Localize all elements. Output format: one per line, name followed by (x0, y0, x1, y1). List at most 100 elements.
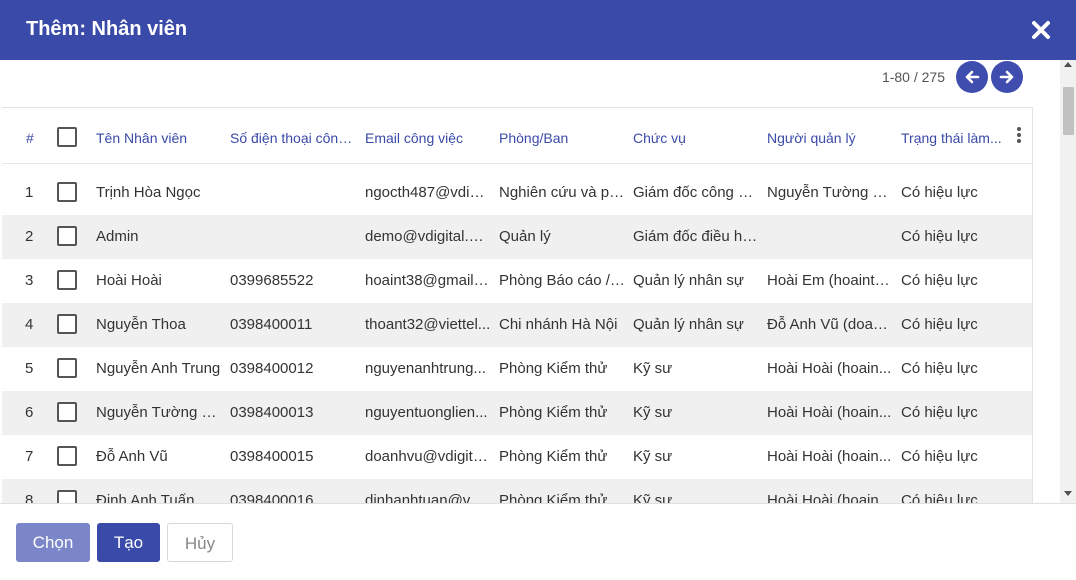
cell-phone: 0398400015 (230, 448, 314, 465)
row-checkbox[interactable] (57, 446, 77, 466)
row-checkbox[interactable] (57, 402, 77, 422)
row-checkbox[interactable] (57, 226, 77, 246)
cell-name: Đinh Anh Tuấn (96, 492, 195, 503)
column-header-name[interactable]: Tên Nhân viên (96, 130, 224, 146)
create-button[interactable]: Tạo (97, 523, 160, 562)
cell-name: Nguyễn Tường Li... (96, 404, 224, 421)
cell-email: demo@vdigital.com... (365, 228, 491, 245)
cell-status: Có hiệu lực (901, 404, 978, 421)
cell-name: Nguyễn Thoa (96, 316, 186, 333)
column-header-manager[interactable]: Người quản lý (767, 130, 893, 146)
cell-email: nguyentuonglien... (365, 404, 488, 421)
cell-phone: 0399685522 (230, 272, 314, 289)
table-row[interactable]: 5 Nguyễn Anh Trung 0398400012 nguyenanht… (2, 347, 1032, 391)
cell-index: 1 (25, 184, 34, 201)
cell-index: 5 (25, 360, 34, 377)
table-row[interactable]: 8 Đinh Anh Tuấn 0398400016 dinhanhtuan@v… (2, 479, 1032, 503)
column-header-position[interactable]: Chức vụ (633, 130, 759, 146)
table-header: # Tên Nhân viên Số điện thoại công... Em… (2, 108, 1032, 164)
cell-position: Quản lý nhân sự (633, 316, 744, 333)
row-checkbox[interactable] (57, 314, 77, 334)
cell-email: doanhvu@vdigital... (365, 448, 491, 465)
cell-index: 8 (25, 492, 34, 503)
cell-phone: 0398400016 (230, 492, 314, 503)
cell-index: 6 (25, 404, 34, 421)
dialog-title: Thêm: Nhân viên (26, 18, 188, 40)
scroll-down-icon[interactable] (1064, 491, 1072, 496)
cell-position: Quản lý nhân sự (633, 272, 744, 289)
cell-phone: 0398400013 (230, 404, 314, 421)
table-row[interactable]: 2 Admin demo@vdigital.com... Quản lý Giá… (2, 215, 1032, 259)
column-header-email[interactable]: Email công việc (365, 130, 491, 146)
close-icon[interactable] (1029, 18, 1053, 42)
cell-email: ngocth487@vdigital... (365, 184, 491, 201)
column-header-status[interactable]: Trạng thái làm... (901, 130, 1007, 146)
cell-name: Đỗ Anh Vũ (96, 448, 168, 465)
table-row[interactable]: 7 Đỗ Anh Vũ 0398400015 doanhvu@vdigital.… (2, 435, 1032, 479)
cell-index: 7 (25, 448, 34, 465)
cell-email: dinhanhtuan@vdi... (365, 492, 491, 503)
more-options-icon[interactable] (1015, 127, 1023, 147)
arrow-right-icon[interactable] (991, 61, 1023, 93)
column-header-index: # (26, 130, 34, 146)
cell-email: hoaint38@gmail.com (365, 272, 491, 289)
cell-manager: Nguyễn Tường Li... (767, 184, 893, 201)
cell-manager: Hoài Hoài (hoain... (767, 492, 892, 503)
table-row[interactable]: 1 Trịnh Hòa Ngọc ngocth487@vdigital... N… (2, 165, 1032, 215)
cell-index: 3 (25, 272, 34, 289)
cell-manager: Hoài Em (hoaint3... (767, 272, 893, 289)
pagination: 1-80 / 275 (0, 60, 1060, 106)
cell-department: Phòng Kiểm thử (499, 448, 608, 465)
row-checkbox[interactable] (57, 270, 77, 290)
arrow-left-icon[interactable] (956, 61, 988, 93)
scroll-up-icon[interactable] (1064, 62, 1072, 67)
cell-phone: 0398400012 (230, 360, 314, 377)
dialog-body: 1-80 / 275 # Tên Nhân viên Số điện thoại… (0, 60, 1076, 503)
cell-position: Giám đốc điều hành (633, 228, 759, 245)
table-row[interactable]: 6 Nguyễn Tường Li... 0398400013 nguyentu… (2, 391, 1032, 435)
cell-index: 2 (25, 228, 34, 245)
vertical-scrollbar[interactable] (1060, 60, 1076, 503)
cell-name: Admin (96, 228, 139, 245)
cell-position: Kỹ sư (633, 360, 673, 377)
row-checkbox[interactable] (57, 358, 77, 378)
cell-manager: Hoài Hoài (hoain... (767, 404, 892, 421)
cell-department: Quản lý (499, 228, 551, 245)
row-checkbox[interactable] (57, 490, 77, 503)
cell-name: Hoài Hoài (96, 272, 162, 289)
cell-manager: Hoài Hoài (hoain... (767, 448, 892, 465)
cell-status: Có hiệu lực (901, 360, 978, 377)
cell-department: Nghiên cứu và phá... (499, 184, 625, 201)
cell-status: Có hiệu lực (901, 184, 978, 201)
employee-table: # Tên Nhân viên Số điện thoại công... Em… (2, 107, 1033, 503)
table-body: 1 Trịnh Hòa Ngọc ngocth487@vdigital... N… (2, 165, 1032, 503)
cell-department: Chi nhánh Hà Nội (499, 316, 618, 333)
cell-phone: 0398400011 (230, 316, 313, 333)
cell-department: Phòng Kiểm thử (499, 360, 608, 377)
table-row[interactable]: 3 Hoài Hoài 0399685522 hoaint38@gmail.co… (2, 259, 1032, 303)
row-checkbox[interactable] (57, 182, 77, 202)
cell-position: Kỹ sư (633, 404, 673, 421)
cell-name: Trịnh Hòa Ngọc (96, 184, 201, 201)
scrollbar-thumb[interactable] (1063, 87, 1074, 135)
cell-department: Phòng Kiểm thử (499, 492, 608, 503)
dialog-footer: Chọn Tạo Hủy (0, 503, 1076, 580)
select-all-checkbox[interactable] (57, 127, 77, 147)
cell-position: Kỹ sư (633, 492, 673, 503)
cell-status: Có hiệu lực (901, 316, 978, 333)
cell-email: thoant32@viettel... (365, 316, 491, 333)
cell-position: Giám đốc công ng... (633, 184, 759, 201)
column-header-department[interactable]: Phòng/Ban (499, 130, 625, 146)
cell-department: Phòng Báo cáo / ... (499, 272, 625, 289)
cell-manager: Hoài Hoài (hoain... (767, 360, 892, 377)
cell-manager: Đỗ Anh Vũ (doan... (767, 316, 893, 333)
dialog-header: Thêm: Nhân viên (0, 0, 1076, 60)
pagination-range: 1-80 / 275 (881, 69, 945, 85)
table-row[interactable]: 4 Nguyễn Thoa 0398400011 thoant32@viette… (2, 303, 1032, 347)
cell-status: Có hiệu lực (901, 492, 978, 503)
cell-email: nguyenanhtrung... (365, 360, 486, 377)
cell-status: Có hiệu lực (901, 228, 978, 245)
choose-button[interactable]: Chọn (16, 523, 90, 562)
column-header-phone[interactable]: Số điện thoại công... (230, 130, 356, 146)
cancel-button[interactable]: Hủy (167, 523, 233, 562)
